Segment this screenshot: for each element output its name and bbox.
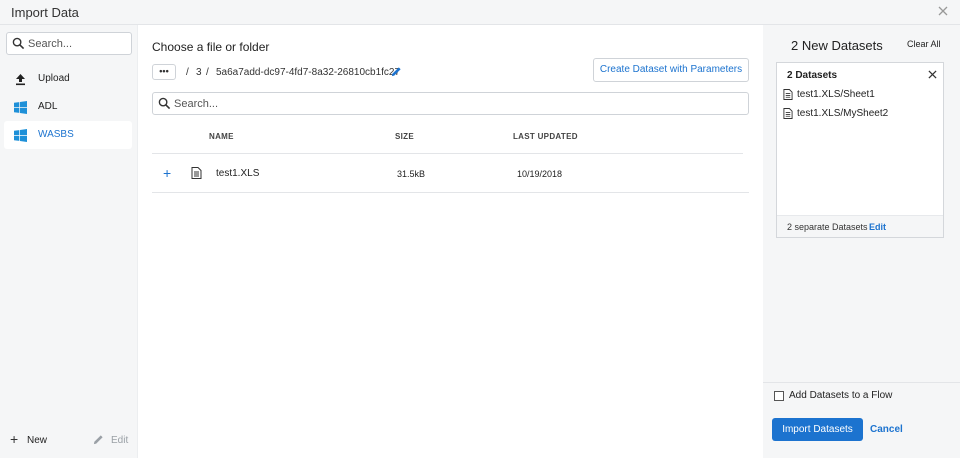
- file-name: test1.XLS: [216, 168, 260, 179]
- add-to-flow-checkbox[interactable]: [774, 391, 784, 401]
- sidebar-item-adl[interactable]: ADL: [4, 93, 132, 121]
- table-row[interactable]: + test1.XLS 31.5kB 10/19/2018: [152, 154, 749, 193]
- close-icon[interactable]: [936, 4, 950, 18]
- divider: [763, 382, 960, 383]
- add-file-icon[interactable]: +: [163, 165, 171, 181]
- add-to-flow-label[interactable]: Add Datasets to a Flow: [789, 390, 892, 401]
- column-header-name[interactable]: NAME: [209, 132, 234, 141]
- upload-icon: [16, 74, 25, 86]
- sidebar-item-label: Upload: [38, 73, 70, 84]
- file-icon: [783, 89, 793, 100]
- cancel-button[interactable]: Cancel: [870, 424, 903, 435]
- datasets-box-footer: 2 separate Datasets Edit: [777, 215, 943, 237]
- datasets-box-header: 2 Datasets: [787, 70, 838, 81]
- file-icon: [783, 108, 793, 119]
- title-bar: Import Data: [0, 0, 960, 25]
- new-datasets-panel: 2 New Datasets Clear All 2 Datasets test…: [763, 25, 960, 458]
- breadcrumb-separator: /: [206, 67, 209, 78]
- close-icon[interactable]: [928, 70, 937, 79]
- sidebar-item-label: WASBS: [38, 129, 74, 140]
- search-icon: [12, 37, 25, 50]
- plus-icon: +: [10, 431, 19, 447]
- column-header-size[interactable]: SIZE: [395, 132, 414, 141]
- table-header: NAME SIZE LAST UPDATED: [152, 125, 743, 154]
- create-dataset-with-parameters-button[interactable]: Create Dataset with Parameters: [593, 58, 749, 82]
- file-browser: Choose a file or folder ••• / 3 / 5a6a7a…: [138, 25, 763, 458]
- sidebar-item-label: ADL: [38, 101, 58, 112]
- breadcrumb-item[interactable]: 5a6a7add-dc97-4fd7-8a32-26810cb1fc27: [216, 67, 400, 78]
- source-sidebar: Upload ADL WASBS + New Edit: [0, 25, 138, 458]
- file-icon: [191, 167, 202, 179]
- page-title: Choose a file or folder: [152, 40, 270, 54]
- dataset-name: test1.XLS/Sheet1: [797, 89, 875, 100]
- clear-all-button[interactable]: Clear All: [907, 39, 941, 49]
- datasets-box: 2 Datasets test1.XLS/Sheet1 test1.XLS/My…: [776, 62, 944, 238]
- file-search-input[interactable]: [174, 95, 734, 112]
- edit-datasets-link[interactable]: Edit: [869, 222, 886, 232]
- edit-label: Edit: [111, 435, 129, 446]
- sidebar-item-upload[interactable]: Upload: [4, 65, 132, 93]
- sidebar-search-input[interactable]: [28, 35, 128, 52]
- breadcrumb-separator: /: [186, 67, 189, 78]
- edit-path-icon[interactable]: [391, 66, 402, 77]
- file-size: 31.5kB: [397, 169, 426, 179]
- panel-title: 2 New Datasets: [791, 38, 883, 53]
- breadcrumb-item[interactable]: 3: [196, 67, 202, 78]
- new-label: New: [27, 435, 48, 446]
- import-datasets-button[interactable]: Import Datasets: [772, 418, 863, 441]
- datasets-count: 2 separate Datasets: [787, 222, 868, 232]
- column-header-last-updated[interactable]: LAST UPDATED: [513, 132, 578, 141]
- window-title: Import Data: [11, 5, 79, 20]
- sidebar-item-wasbs[interactable]: WASBS: [4, 121, 132, 149]
- sidebar-footer: + New Edit: [0, 429, 138, 453]
- search-icon: [158, 97, 171, 110]
- sidebar-search-box[interactable]: [6, 32, 132, 55]
- windows-icon: [14, 101, 27, 114]
- file-last-updated: 10/19/2018: [517, 169, 563, 179]
- file-search-box[interactable]: [152, 92, 749, 115]
- pencil-icon: [93, 435, 103, 445]
- dataset-name: test1.XLS/MySheet2: [797, 108, 889, 119]
- more-path-button[interactable]: •••: [152, 64, 176, 80]
- windows-icon: [14, 129, 27, 142]
